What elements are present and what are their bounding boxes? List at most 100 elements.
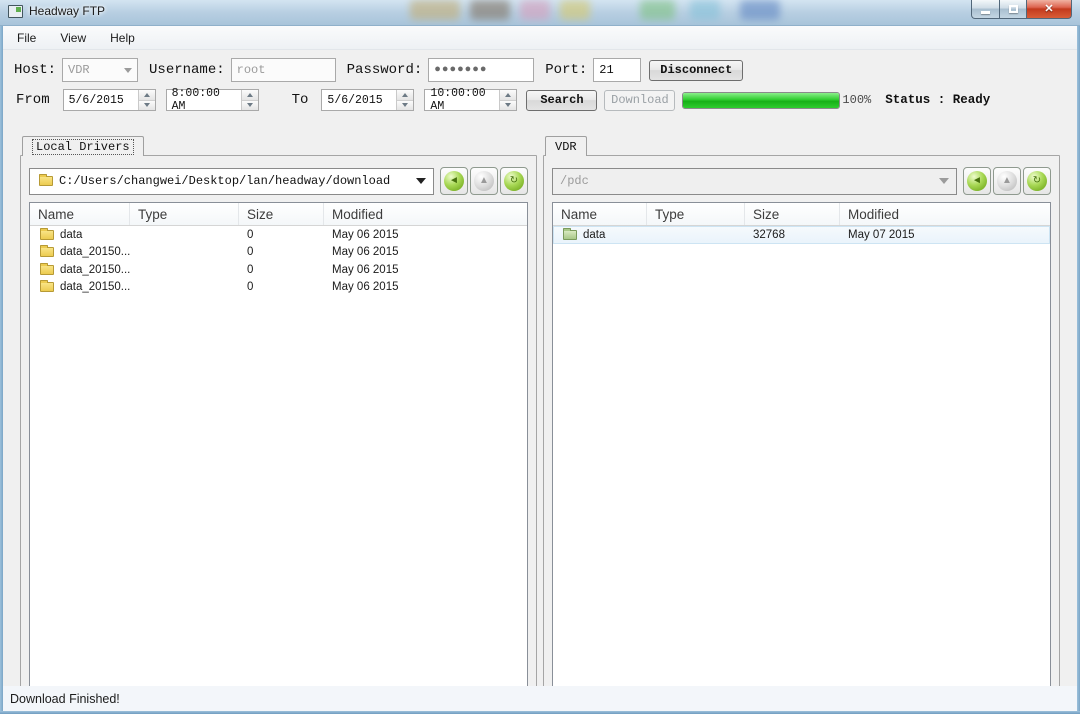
tab-vdr-label: VDR: [555, 140, 577, 154]
file-size: 0: [239, 264, 324, 276]
file-name: data_20150...: [60, 281, 130, 293]
host-combobox[interactable]: VDR: [62, 58, 138, 82]
table-row[interactable]: data 0 May 06 2015: [30, 226, 527, 244]
file-name: data: [583, 229, 605, 241]
from-time-spinner[interactable]: 8:00:00 AM: [166, 89, 259, 111]
spinner-buttons[interactable]: [499, 90, 516, 110]
spin-down-icon[interactable]: [139, 101, 155, 111]
menu-help[interactable]: Help: [100, 28, 145, 48]
menu-view[interactable]: View: [50, 28, 96, 48]
folder-icon: [40, 265, 54, 275]
local-refresh-button[interactable]: ↻: [500, 167, 528, 195]
maximize-icon: [1009, 5, 1018, 13]
tab-local-drivers[interactable]: Local Drivers: [22, 136, 144, 156]
close-button[interactable]: ✕: [1027, 0, 1072, 19]
to-time-value: 10:00:00 AM: [425, 90, 499, 110]
spin-up-icon[interactable]: [139, 90, 155, 101]
back-arrow-icon: ◄: [444, 171, 464, 191]
app-window: Headway FTP ✕ File View Help Host: VDR U…: [0, 0, 1080, 714]
remote-path-value: /pdc: [560, 174, 589, 188]
table-row[interactable]: data_20150... 0 May 06 2015: [30, 261, 527, 279]
status-bar-text: Download Finished!: [10, 692, 120, 706]
username-field[interactable]: root: [231, 58, 336, 82]
menu-bar: File View Help: [3, 26, 1077, 50]
search-button[interactable]: Search: [526, 90, 597, 111]
folder-icon: [39, 176, 53, 186]
file-modified: May 06 2015: [324, 246, 527, 258]
file-name: data_20150...: [60, 246, 130, 258]
chevron-down-icon: [124, 68, 132, 73]
remote-up-button[interactable]: ▲: [993, 167, 1021, 195]
remote-refresh-button[interactable]: ↻: [1023, 167, 1051, 195]
column-header-type[interactable]: Type: [647, 203, 745, 225]
back-arrow-icon: ◄: [967, 171, 987, 191]
menu-file[interactable]: File: [7, 28, 46, 48]
file-modified: May 06 2015: [324, 281, 527, 293]
from-date-spinner[interactable]: 5/6/2015: [63, 89, 156, 111]
remote-file-list[interactable]: Name Type Size Modified data 32768 May 0…: [552, 202, 1051, 687]
column-header-type[interactable]: Type: [130, 203, 239, 225]
file-size: 0: [239, 246, 324, 258]
glass-blur-decoration: [640, 0, 675, 20]
minimize-icon: [981, 11, 990, 14]
spin-up-icon[interactable]: [242, 90, 258, 101]
minimize-button[interactable]: [971, 0, 1000, 19]
remote-back-button[interactable]: ◄: [963, 167, 991, 195]
download-button[interactable]: Download: [604, 90, 675, 111]
spinner-buttons[interactable]: [396, 90, 413, 110]
table-row[interactable]: data_20150... 0 May 06 2015: [30, 279, 527, 297]
client-area: Host: VDR Username: root Password: ●●●●●…: [3, 50, 1077, 686]
refresh-icon: ↻: [1027, 171, 1047, 191]
password-field[interactable]: ●●●●●●●: [428, 58, 534, 82]
port-field[interactable]: 21: [593, 58, 641, 82]
remote-panel: VDR /pdc ◄ ▲ ↻ Name Type Size: [543, 136, 1060, 700]
column-header-modified[interactable]: Modified: [324, 203, 527, 225]
column-header-name[interactable]: Name: [30, 203, 130, 225]
tab-local-drivers-label: Local Drivers: [32, 139, 134, 155]
local-up-button[interactable]: ▲: [470, 167, 498, 195]
disconnect-button[interactable]: Disconnect: [649, 60, 743, 81]
local-back-button[interactable]: ◄: [440, 167, 468, 195]
column-header-name[interactable]: Name: [553, 203, 647, 225]
maximize-button[interactable]: [1000, 0, 1027, 19]
to-time-spinner[interactable]: 10:00:00 AM: [424, 89, 517, 111]
file-modified: May 07 2015: [840, 229, 1050, 241]
chevron-down-icon: [939, 178, 949, 184]
spin-down-icon[interactable]: [500, 101, 516, 111]
folder-icon: [40, 282, 54, 292]
glass-blur-decoration: [740, 0, 780, 20]
local-path-value: C:/Users/changwei/Desktop/lan/headway/do…: [59, 174, 390, 188]
remote-path-combobox[interactable]: /pdc: [552, 168, 957, 195]
spinner-buttons[interactable]: [241, 90, 258, 110]
remote-path-row: /pdc ◄ ▲ ↻: [552, 167, 1051, 195]
to-date-spinner[interactable]: 5/6/2015: [321, 89, 414, 111]
table-row[interactable]: data_20150... 0 May 06 2015: [30, 244, 527, 262]
local-file-list[interactable]: Name Type Size Modified data 0 May 06 20…: [29, 202, 528, 687]
column-header-size[interactable]: Size: [239, 203, 324, 225]
app-icon: [8, 5, 23, 18]
column-header-size[interactable]: Size: [745, 203, 840, 225]
local-list-header: Name Type Size Modified: [30, 203, 527, 226]
file-name: data: [60, 229, 82, 241]
spin-down-icon[interactable]: [242, 101, 258, 111]
progress-bar: [682, 92, 840, 109]
glass-blur-decoration: [560, 0, 590, 20]
file-size: 0: [239, 229, 324, 241]
spin-up-icon[interactable]: [500, 90, 516, 101]
username-value: root: [237, 63, 266, 77]
file-name: data_20150...: [60, 264, 130, 276]
progress-fill: [683, 93, 839, 108]
title-bar[interactable]: Headway FTP ✕: [0, 0, 1080, 26]
spinner-buttons[interactable]: [138, 90, 155, 110]
local-path-combobox[interactable]: C:/Users/changwei/Desktop/lan/headway/do…: [29, 168, 434, 195]
table-row[interactable]: data 32768 May 07 2015: [553, 226, 1050, 244]
spin-down-icon[interactable]: [397, 101, 413, 111]
remote-groupbox: /pdc ◄ ▲ ↻ Name Type Size Modified: [543, 155, 1060, 700]
folder-icon: [40, 230, 54, 240]
tab-vdr[interactable]: VDR: [545, 136, 587, 156]
column-header-modified[interactable]: Modified: [840, 203, 1050, 225]
spin-up-icon[interactable]: [397, 90, 413, 101]
port-label: Port:: [545, 62, 587, 78]
connection-toolbar: Host: VDR Username: root Password: ●●●●●…: [14, 57, 743, 83]
progress-percent: 100%: [842, 93, 871, 107]
